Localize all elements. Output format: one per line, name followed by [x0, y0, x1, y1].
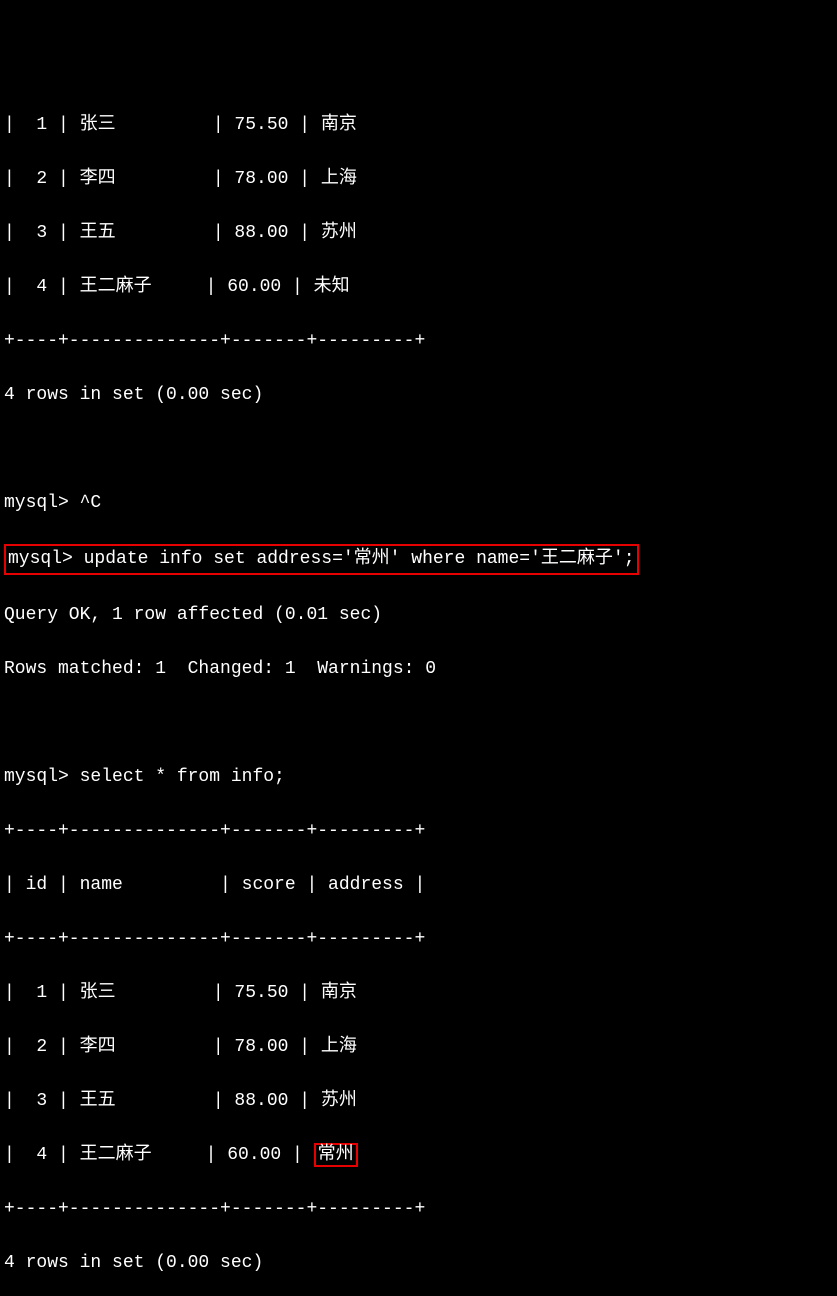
- mysql-select-line: mysql> select * from info;: [4, 764, 833, 791]
- update-command-highlight: mysql> update info set address='常州' wher…: [4, 544, 639, 575]
- table-row: | 1 | 张三 | 75.50 | 南京: [4, 112, 833, 139]
- mysql-prompt-interrupt: mysql> ^C: [4, 490, 833, 517]
- table-border: +----+--------------+-------+---------+: [4, 818, 833, 845]
- table-border: +----+--------------+-------+---------+: [4, 1196, 833, 1223]
- result-status: 4 rows in set (0.00 sec): [4, 382, 833, 409]
- rows-matched-status: Rows matched: 1 Changed: 1 Warnings: 0: [4, 656, 833, 683]
- mysql-prompt: mysql>: [8, 549, 84, 569]
- row-prefix: | 4 | 王二麻子 | 60.00 |: [4, 1145, 314, 1165]
- table-row: | 3 | 王五 | 88.00 | 苏州: [4, 220, 833, 247]
- update-command[interactable]: update info set address='常州' where name=…: [84, 549, 635, 569]
- updated-address-highlight: 常州: [314, 1143, 358, 1167]
- query-ok-status: Query OK, 1 row affected (0.01 sec): [4, 602, 833, 629]
- mysql-update-line: mysql> update info set address='常州' wher…: [4, 544, 833, 575]
- table-row: | 4 | 王二麻子 | 60.00 | 未知: [4, 274, 833, 301]
- table-row: | 1 | 张三 | 75.50 | 南京: [4, 980, 833, 1007]
- blank-line: [4, 436, 833, 463]
- table-header: | id | name | score | address |: [4, 872, 833, 899]
- table-row: | 2 | 李四 | 78.00 | 上海: [4, 1034, 833, 1061]
- blank-line: [4, 710, 833, 737]
- table-border: +----+--------------+-------+---------+: [4, 328, 833, 355]
- table-row: | 4 | 王二麻子 | 60.00 | 常州: [4, 1142, 833, 1169]
- table-row: | 2 | 李四 | 78.00 | 上海: [4, 166, 833, 193]
- table-border: +----+--------------+-------+---------+: [4, 926, 833, 953]
- table-row: | 3 | 王五 | 88.00 | 苏州: [4, 1088, 833, 1115]
- result-status: 4 rows in set (0.00 sec): [4, 1250, 833, 1277]
